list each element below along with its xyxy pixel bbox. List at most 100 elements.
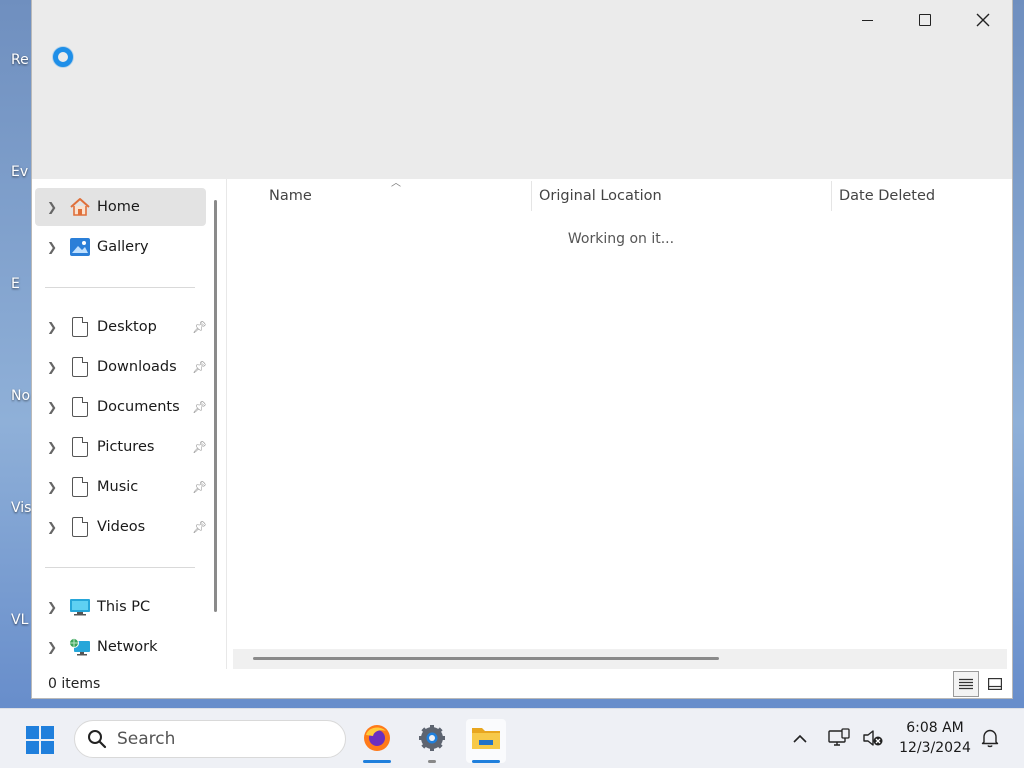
nav-item-gallery[interactable]: ❯ Gallery [35,228,206,266]
system-clock[interactable]: 6:08 AM 12/3/2024 [892,718,978,758]
nav-divider [45,567,195,568]
nav-item-desktop[interactable]: ❯ Desktop 📌︎ [35,308,207,346]
chevron-right-icon[interactable]: ❯ [35,200,69,214]
chevron-right-icon[interactable]: ❯ [35,640,69,654]
nav-scrollbar[interactable] [214,200,217,612]
nav-item-home[interactable]: ❯ Home [35,188,206,226]
taskbar-file-explorer[interactable] [466,719,506,763]
running-indicator [472,760,500,763]
search-icon [88,730,107,749]
column-divider[interactable] [531,181,532,211]
details-view-icon [959,678,973,690]
minimize-icon [861,19,873,21]
column-divider[interactable] [831,181,832,211]
maximize-button[interactable] [896,4,954,36]
item-count: 0 items [48,676,101,692]
folder-icon [472,728,500,749]
details-view-button[interactable] [953,671,979,697]
clock-time: 6:08 AM [906,720,964,736]
notifications-button[interactable] [978,723,1002,753]
document-icon [72,397,88,417]
nav-item-label: Network [97,639,158,655]
chevron-right-icon[interactable]: ❯ [35,400,69,414]
nav-item-label: Home [97,199,140,215]
desktop-icon-label[interactable]: E [11,276,31,292]
taskbar-firefox[interactable] [357,719,397,763]
minimize-button[interactable] [838,4,896,36]
taskbar: Search 6:08 AM 12/3/2024 [0,708,1024,768]
pin-icon[interactable]: 📌︎ [192,440,207,454]
firefox-icon [364,725,390,751]
chevron-right-icon[interactable]: ❯ [35,360,69,374]
loading-spinner-icon [53,47,73,67]
network-icon [69,636,91,658]
chevron-right-icon[interactable]: ❯ [35,480,69,494]
pin-icon[interactable]: 📌︎ [192,480,207,494]
document-icon [72,317,88,337]
volume-muted-icon [863,730,883,746]
desktop-icon-label[interactable]: Re [11,52,31,68]
pin-icon[interactable]: 📌︎ [192,320,207,334]
document-icon [72,437,88,457]
gear-icon [419,725,445,751]
nav-item-label: Gallery [97,239,149,255]
nav-item-label: Pictures [97,439,155,455]
bell-icon [981,729,999,748]
navigation-pane: ❯ Home ❯ Gallery ❯ Desktop 📌︎ ❯ Download… [32,179,226,669]
chevron-right-icon[interactable]: ❯ [35,600,69,614]
clock-date: 12/3/2024 [899,740,971,756]
chevron-right-icon[interactable]: ❯ [35,240,69,254]
nav-item-label: Documents [97,399,180,415]
taskbar-settings[interactable] [412,719,452,763]
column-header-name[interactable]: Name [269,179,312,212]
show-hidden-icons-button[interactable] [788,723,812,753]
sort-up-icon: ︿ [391,178,401,189]
nav-item-network[interactable]: ❯ Network [35,628,206,666]
chevron-right-icon[interactable]: ❯ [35,320,69,334]
nav-item-label: Downloads [97,359,177,375]
chevron-up-icon [793,734,807,743]
nav-item-label: Videos [97,519,146,535]
close-icon [976,13,990,27]
status-bar: 0 items [32,669,1012,698]
pin-icon[interactable]: 📌︎ [192,400,207,414]
desktop-icon-label[interactable]: Visu [11,500,31,516]
network-status-button[interactable] [826,723,852,753]
nav-item-pictures[interactable]: ❯ Pictures 📌︎ [35,428,207,466]
search-placeholder: Search [117,729,176,749]
title-bar [32,0,1012,179]
volume-button[interactable] [860,723,886,753]
nav-item-label: Music [97,479,139,495]
document-icon [72,357,88,377]
chevron-right-icon[interactable]: ❯ [35,520,69,534]
tiles-view-icon [988,678,1002,690]
start-button[interactable] [26,726,54,754]
nav-item-label: This PC [97,599,151,615]
windows-logo-icon [26,726,39,739]
desktop-icon-label[interactable]: No [11,388,31,404]
nav-item-documents[interactable]: ❯ Documents 📌︎ [35,388,207,426]
column-header-date-deleted[interactable]: Date Deleted [839,179,935,212]
loading-message: Working on it... [567,231,675,247]
nav-item-downloads[interactable]: ❯ Downloads 📌︎ [35,348,207,386]
nav-item-this-pc[interactable]: ❯ This PC [35,588,206,626]
desktop-icon-label[interactable]: VL [11,612,31,628]
document-icon [72,517,88,537]
running-indicator [428,760,436,763]
nav-item-videos[interactable]: ❯ Videos 📌︎ [35,508,207,546]
nav-item-music[interactable]: ❯ Music 📌︎ [35,468,207,506]
file-list: ︿ Name Original Location Date Deleted Wo… [226,178,1012,669]
maximize-icon [919,14,931,26]
taskbar-search[interactable]: Search [74,720,346,758]
gallery-icon [69,236,91,258]
desktop-icon-label[interactable]: Ev [11,164,31,180]
pin-icon[interactable]: 📌︎ [192,520,207,534]
nav-item-label: Desktop [97,319,157,335]
pin-icon[interactable]: 📌︎ [192,360,207,374]
horizontal-scrollbar-thumb[interactable] [253,657,719,660]
file-explorer-window: ❯ Home ❯ Gallery ❯ Desktop 📌︎ ❯ Download… [31,0,1013,699]
chevron-right-icon[interactable]: ❯ [35,440,69,454]
close-button[interactable] [954,4,1012,36]
column-header-original-location[interactable]: Original Location [539,179,662,212]
tiles-view-button[interactable] [982,671,1008,697]
